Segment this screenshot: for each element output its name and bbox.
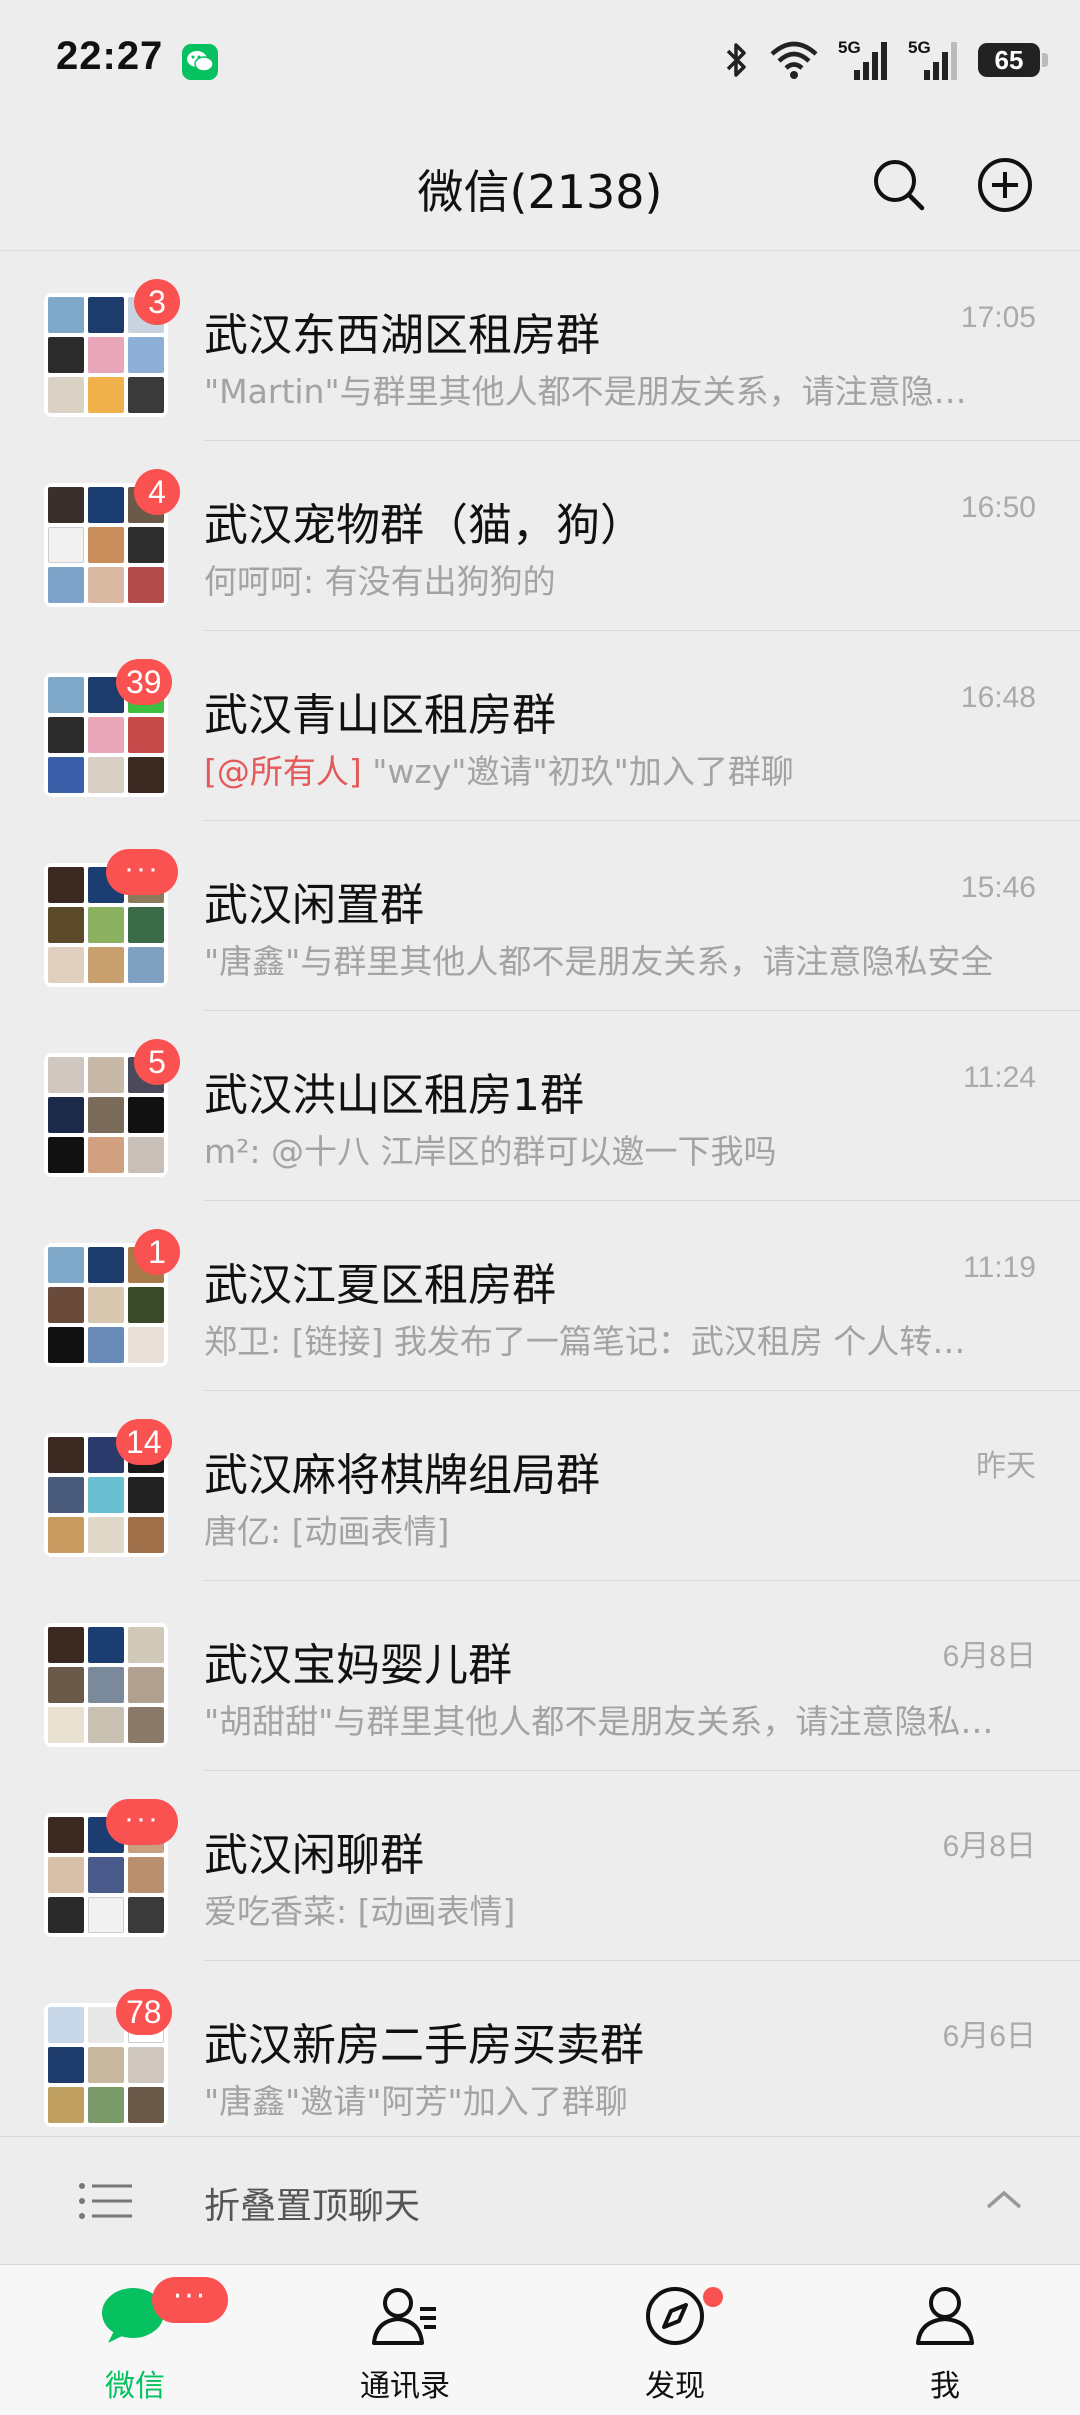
- chat-title: 武汉江夏区租房群: [204, 1260, 556, 1311]
- unread-badge: 4: [134, 469, 180, 515]
- chat-preview: 唐亿: [动画表情]: [204, 1512, 450, 1551]
- group-avatar: [44, 1623, 168, 1747]
- add-circle-icon: [978, 158, 1032, 212]
- person-icon: [916, 2287, 974, 2345]
- search-icon: [874, 160, 925, 211]
- tab-label: 我: [930, 2369, 960, 2404]
- chat-title: 武汉新房二手房买卖群: [204, 2020, 644, 2071]
- chat-row[interactable]: ··· 武汉闲聊群 6月8日 爱吃香菜: [动画表情]: [0, 1771, 1080, 1961]
- chat-title: 武汉闲聊群: [204, 1830, 424, 1881]
- chat-title: 武汉宠物群（猫，狗）: [204, 500, 644, 551]
- chat-time: 17:05: [960, 301, 1036, 334]
- tab-label: 微信: [105, 2369, 165, 2404]
- status-icons: 5G 5G 65: [724, 36, 1048, 84]
- tab-chats[interactable]: ··· 微信: [0, 2265, 270, 2415]
- unread-badge: 3: [134, 279, 180, 325]
- chat-time: 昨天: [976, 1450, 1036, 1483]
- wechat-notification-icon: [182, 44, 218, 80]
- chat-title: 武汉麻将棋牌组局群: [204, 1450, 600, 1501]
- chat-preview: "唐鑫"与群里其他人都不是朋友关系，请注意隐私安全: [204, 942, 994, 981]
- chat-list: 3 武汉东西湖区租房群 17:05 "Martin"与群里其他人都不是朋友关系，…: [0, 250, 1080, 2151]
- list-icon: [79, 2183, 132, 2219]
- unread-badge: 5: [134, 1039, 180, 1085]
- tab-me[interactable]: 我: [810, 2265, 1080, 2415]
- tab-label: 通讯录: [360, 2369, 450, 2404]
- chat-row[interactable]: 78 武汉新房二手房买卖群 6月6日 "唐鑫"邀请"阿芳"加入了群聊: [0, 1961, 1080, 2151]
- chat-time: 11:24: [963, 1061, 1036, 1094]
- chat-title: 武汉青山区租房群: [204, 690, 556, 741]
- chat-preview: "唐鑫"邀请"阿芳"加入了群聊: [204, 2082, 628, 2121]
- chat-row[interactable]: ··· 武汉闲置群 15:46 "唐鑫"与群里其他人都不是朋友关系，请注意隐私安…: [0, 821, 1080, 1011]
- app-header: 微信(2138): [0, 120, 1080, 250]
- chat-time: 15:46: [960, 871, 1036, 904]
- chat-time: 6月6日: [942, 2020, 1036, 2053]
- chat-row[interactable]: 3 武汉东西湖区租房群 17:05 "Martin"与群里其他人都不是朋友关系，…: [0, 251, 1080, 441]
- chat-preview: "Martin"与群里其他人都不是朋友关系，请注意隐私安全: [204, 372, 994, 411]
- chat-time: 6月8日: [942, 1830, 1036, 1863]
- chat-time: 6月8日: [942, 1640, 1036, 1673]
- chat-title: 武汉洪山区租房1群: [204, 1070, 584, 1121]
- chat-title: 武汉闲置群: [204, 880, 424, 931]
- collapse-pinned-chats[interactable]: 折叠置顶聊天: [0, 2136, 1080, 2265]
- chat-time: 11:19: [963, 1251, 1036, 1284]
- bluetooth-icon: [726, 43, 746, 77]
- signal-icon: 5G: [838, 38, 890, 82]
- unread-badge: 1: [134, 1229, 180, 1275]
- unread-badge: ···: [106, 1799, 178, 1845]
- add-button[interactable]: [974, 154, 1036, 216]
- chat-row[interactable]: 4 武汉宠物群（猫，狗） 16:50 何呵呵: 有没有出狗狗的: [0, 441, 1080, 631]
- unread-badge: 78: [116, 1989, 172, 2035]
- new-content-dot: [703, 2287, 723, 2307]
- contacts-icon: [372, 2288, 436, 2345]
- status-time: 22:27: [56, 34, 164, 78]
- chat-title: 武汉东西湖区租房群: [204, 310, 600, 361]
- chat-time: 16:48: [960, 681, 1036, 714]
- chat-preview: m²: @十八 江岸区的群可以邀一下我吗: [204, 1132, 777, 1171]
- status-bar: 22:27 5G 5G 65: [0, 0, 1080, 120]
- chat-preview: 何呵呵: 有没有出狗狗的: [204, 562, 556, 601]
- mention-all-tag: [@所有人]: [204, 752, 362, 791]
- compass-icon: [646, 2287, 704, 2345]
- chevron-up-icon: [986, 2190, 1022, 2209]
- chat-row[interactable]: 39 武汉青山区租房群 16:48 [@所有人] "wzy"邀请"初玖"加入了群…: [0, 631, 1080, 821]
- unread-badge: ···: [106, 849, 178, 895]
- search-button[interactable]: [868, 154, 930, 216]
- chat-row[interactable]: 14 武汉麻将棋牌组局群 昨天 唐亿: [动画表情]: [0, 1391, 1080, 1581]
- chat-preview: [@所有人] "wzy"邀请"初玖"加入了群聊: [204, 745, 994, 793]
- chat-row[interactable]: 武汉宝妈婴儿群 6月8日 "胡甜甜"与群里其他人都不是朋友关系，请注意隐私安全: [0, 1581, 1080, 1771]
- tab-contacts[interactable]: 通讯录: [270, 2265, 540, 2415]
- chat-preview: "胡甜甜"与群里其他人都不是朋友关系，请注意隐私安全: [204, 1702, 994, 1741]
- tab-label: 发现: [645, 2369, 705, 2404]
- chat-row[interactable]: 5 武汉洪山区租房1群 11:24 m²: @十八 江岸区的群可以邀一下我吗: [0, 1011, 1080, 1201]
- signal-icon: 5G: [908, 38, 960, 82]
- chat-time: 16:50: [960, 491, 1036, 524]
- unread-badge: 14: [116, 1419, 172, 1465]
- wifi-icon: [770, 41, 818, 79]
- chat-preview: 郑卫: [链接] 我发布了一篇笔记：武汉租房 个人转租房源: [204, 1322, 994, 1361]
- unread-badge: 39: [116, 659, 172, 705]
- chat-preview-text: "wzy"邀请"初玖"加入了群聊: [361, 752, 794, 791]
- chat-row[interactable]: 1 武汉江夏区租房群 11:19 郑卫: [链接] 我发布了一篇笔记：武汉租房 …: [0, 1201, 1080, 1391]
- chat-preview: 爱吃香菜: [动画表情]: [204, 1892, 516, 1931]
- bottom-tab-bar: ··· 微信 通讯录 发现 我: [0, 2264, 1080, 2415]
- battery-icon: 65: [978, 43, 1048, 77]
- tab-unread-badge: ···: [152, 2277, 228, 2323]
- chat-title: 武汉宝妈婴儿群: [204, 1640, 512, 1691]
- tab-discover[interactable]: 发现: [540, 2265, 810, 2415]
- collapse-label: 折叠置顶聊天: [204, 2186, 421, 2227]
